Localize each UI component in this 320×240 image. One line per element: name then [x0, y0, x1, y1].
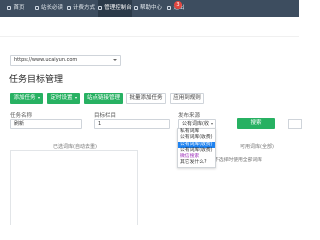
- selected-library-panel[interactable]: [10, 150, 138, 225]
- top-nav-bar: 首页 站长必读 计费方式 管理控制台 帮助中心 退出 3: [0, 0, 299, 17]
- selected-library-title: 已选词库(自动去重): [53, 144, 97, 150]
- nav-item-label: 站长必读: [40, 5, 63, 11]
- help-icon: [134, 5, 138, 10]
- dropdown-option[interactable]: 其它发什么?: [178, 160, 215, 166]
- book-icon: [34, 5, 39, 10]
- nav-item-label: 计费方式: [72, 5, 95, 11]
- timing-settings-button[interactable]: 定时设置: [47, 93, 80, 104]
- nav-item-pricing[interactable]: 计费方式: [66, 0, 96, 17]
- library-note: 不选择时使用全部词库: [214, 158, 262, 163]
- nav-item-label: 管理控制台: [104, 5, 132, 11]
- notification-badge: 3: [174, 1, 182, 9]
- available-library-title: 可用词库(全部): [240, 144, 274, 150]
- nav-item-guide[interactable]: 站长必读: [34, 0, 64, 17]
- chevron-down-icon: [37, 96, 40, 99]
- task-name-label: 任务名称: [10, 113, 33, 119]
- extra-input[interactable]: [288, 119, 302, 129]
- link-manage-label: 站点链接管理: [86, 95, 120, 101]
- chevron-down-icon: [211, 123, 213, 125]
- target-column-input[interactable]: 1: [94, 119, 170, 129]
- nav-item-console[interactable]: 管理控制台: [98, 0, 132, 17]
- task-name-value: 刷新: [14, 121, 25, 127]
- add-task-label: 添加任务: [13, 95, 36, 101]
- divider: [0, 36, 299, 37]
- search-button[interactable]: 搜索: [237, 118, 275, 129]
- site-url-value: https://www.ucaiyun.com: [14, 57, 78, 63]
- apply-rules-label: 应用到规则: [173, 95, 201, 101]
- target-column-label: 目标栏目: [94, 113, 117, 119]
- logout-icon: [167, 5, 172, 10]
- dropdown-option-selected[interactable]: 公有词库(收费): [178, 141, 215, 148]
- chevron-down-icon: [113, 59, 117, 61]
- page-title: 任务目标管理: [9, 75, 64, 85]
- apply-rules-button[interactable]: 应用到规则: [170, 93, 204, 104]
- nav-item-home[interactable]: 首页: [4, 0, 28, 17]
- chevron-down-icon: [74, 96, 77, 99]
- nav-item-label: 帮助中心: [140, 5, 163, 11]
- batch-add-button[interactable]: 批量添加任务: [126, 93, 166, 104]
- dropdown-option[interactable]: 公有词库(收费): [178, 135, 215, 141]
- nav-item-help[interactable]: 帮助中心: [134, 0, 162, 17]
- console-icon: [98, 5, 103, 10]
- target-column-value: 1: [98, 121, 102, 127]
- add-task-button[interactable]: 添加任务: [10, 93, 43, 104]
- site-url-select[interactable]: https://www.ucaiyun.com: [10, 55, 121, 66]
- link-manage-button[interactable]: 站点链接管理: [84, 93, 123, 104]
- price-icon: [66, 5, 71, 10]
- publish-source-label: 发布来源: [178, 113, 201, 119]
- nav-item-label: 首页: [13, 5, 25, 11]
- timing-label: 定时设置: [50, 95, 73, 101]
- batch-add-label: 批量添加任务: [129, 95, 163, 101]
- home-icon: [7, 5, 12, 10]
- publish-source-dropdown: 私有词库 公有词库(收费) 公有词库(收费) 公有词库(收费) 微信搜索 其它发…: [177, 128, 216, 168]
- task-name-input[interactable]: 刷新: [10, 119, 82, 129]
